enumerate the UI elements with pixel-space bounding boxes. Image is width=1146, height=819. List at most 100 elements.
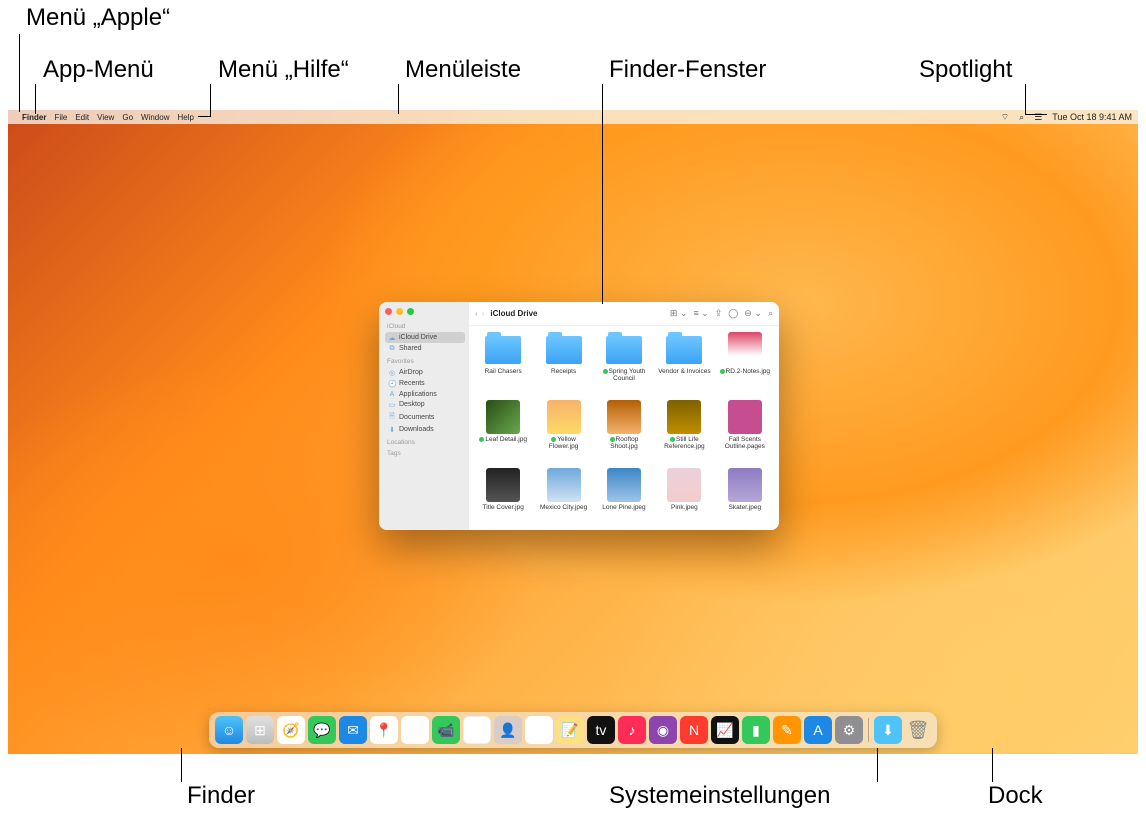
- sidebar-item-icon: A: [388, 391, 396, 398]
- close-button[interactable]: [385, 308, 392, 315]
- file-name: Receipts: [551, 368, 576, 375]
- dock-app-mail[interactable]: ✉: [339, 716, 367, 744]
- finder-main: ‹ › iCloud Drive ⊞ ⌄ ≡ ⌄ ⇪ ◯ ⊖ ⌄ ⌕ Rail …: [469, 302, 779, 530]
- leader: [19, 34, 20, 112]
- dock-app-app-store[interactable]: A: [804, 716, 832, 744]
- menu-window[interactable]: Window: [141, 113, 169, 122]
- dock-app-messages[interactable]: 💬: [308, 716, 336, 744]
- file-item[interactable]: Pink.jpeg: [654, 468, 714, 530]
- dock-app-news[interactable]: N: [680, 716, 708, 744]
- file-item[interactable]: Leaf Detail.jpg: [473, 400, 533, 466]
- sidebar-item-applications[interactable]: AApplications: [385, 389, 465, 399]
- search-button[interactable]: ⌕: [768, 308, 773, 319]
- menu-file[interactable]: File: [54, 113, 67, 122]
- dock-app-podcasts[interactable]: ◉: [649, 716, 677, 744]
- dock-app-pages[interactable]: ✎: [773, 716, 801, 744]
- file-item[interactable]: Still Life Reference.jpg: [654, 400, 714, 466]
- dock-downloads[interactable]: ⬇: [874, 716, 902, 744]
- group-button[interactable]: ≡ ⌄: [693, 308, 708, 319]
- file-name: Pink.jpeg: [671, 504, 698, 511]
- tag-dot: [610, 437, 615, 442]
- file-item[interactable]: Yellow Flower.jpg: [533, 400, 593, 466]
- sidebar-item-desktop[interactable]: ▭Desktop: [385, 399, 465, 410]
- menu-go[interactable]: Go: [122, 113, 133, 122]
- tag-dot: [551, 437, 556, 442]
- sidebar-item-airdrop[interactable]: ◎AirDrop: [385, 367, 465, 378]
- file-thumbnail: [486, 468, 520, 502]
- file-thumbnail: [547, 400, 581, 434]
- sidebar-item-label: Shared: [399, 345, 422, 352]
- dock-app-reminders[interactable]: ☰: [525, 716, 553, 744]
- sidebar-item-label: Documents: [399, 414, 434, 421]
- sidebar-group-header: Tags: [387, 450, 465, 457]
- file-item[interactable]: Fall Scents Outline.pages: [715, 400, 775, 466]
- dock-app-photos[interactable]: ✿: [401, 716, 429, 744]
- desktop[interactable]: Finder File Edit View Go Window Help ⌔ ⌕…: [8, 110, 1138, 754]
- view-icons-button[interactable]: ⊞ ⌄: [670, 308, 688, 319]
- dock-app-system-settings[interactable]: ⚙: [835, 716, 863, 744]
- share-button[interactable]: ⇪: [715, 308, 723, 319]
- file-item[interactable]: Vendor & Invoices: [654, 332, 714, 398]
- dock-app-notes[interactable]: 📝: [556, 716, 584, 744]
- window-controls: [385, 308, 465, 315]
- sidebar-item-label: AirDrop: [399, 369, 423, 376]
- folder-icon: [485, 336, 521, 364]
- file-item[interactable]: Lone Pine.jpeg: [594, 468, 654, 530]
- leader: [877, 748, 878, 782]
- dock-trash[interactable]: 🗑: [905, 716, 931, 744]
- dock-app-finder[interactable]: ☺: [215, 716, 243, 744]
- file-item[interactable]: Mexico City.jpeg: [533, 468, 593, 530]
- sidebar-item-documents[interactable]: 🗎Documents: [385, 410, 465, 424]
- file-thumbnail: [728, 468, 762, 502]
- file-item[interactable]: Skater.jpeg: [715, 468, 775, 530]
- dock-app-calendar[interactable]: 18: [463, 716, 491, 744]
- file-item[interactable]: Spring Youth Council: [594, 332, 654, 398]
- spotlight-icon[interactable]: ⌕: [1019, 112, 1024, 123]
- dock-app-facetime[interactable]: 📹: [432, 716, 460, 744]
- sidebar-item-icon: ▭: [388, 401, 396, 409]
- sidebar-item-downloads[interactable]: ⬇Downloads: [385, 424, 465, 435]
- back-button[interactable]: ‹: [475, 309, 476, 318]
- file-item[interactable]: Rooftop Shoot.jpg: [594, 400, 654, 466]
- dock-app-launchpad[interactable]: ⊞: [246, 716, 274, 744]
- menu-view[interactable]: View: [97, 113, 114, 122]
- dock-separator: [868, 718, 869, 742]
- callout-finder-dock: Finder: [187, 782, 255, 810]
- dock-app-maps[interactable]: 📍: [370, 716, 398, 744]
- dock-app-safari[interactable]: 🧭: [277, 716, 305, 744]
- file-name: Mexico City.jpeg: [540, 504, 587, 511]
- sidebar-item-icon: ⬇: [388, 426, 396, 434]
- wifi-icon[interactable]: ⌔: [1001, 112, 1009, 123]
- dock-app-numbers[interactable]: ▮: [742, 716, 770, 744]
- menu-help[interactable]: Help: [177, 113, 193, 122]
- dock-app-tv[interactable]: tv: [587, 716, 615, 744]
- dock-app-stocks[interactable]: 📈: [711, 716, 739, 744]
- minimize-button[interactable]: [396, 308, 403, 315]
- menubar-datetime[interactable]: Tue Oct 18 9:41 AM: [1052, 112, 1132, 122]
- tags-button[interactable]: ◯: [728, 308, 738, 319]
- sidebar-item-icloud-drive[interactable]: ☁iCloud Drive: [385, 332, 465, 343]
- leader: [992, 748, 993, 782]
- leader: [398, 84, 399, 114]
- sidebar-group-header: Favorites: [387, 358, 465, 365]
- tag-dot: [670, 437, 675, 442]
- file-item[interactable]: Receipts: [533, 332, 593, 398]
- tag-dot: [479, 437, 484, 442]
- sidebar-item-shared[interactable]: ⧉Shared: [385, 343, 465, 354]
- sidebar-item-icon: 🗎: [388, 412, 396, 423]
- sidebar-item-icon: 🕘: [388, 380, 396, 388]
- sidebar-item-recents[interactable]: 🕘Recents: [385, 378, 465, 389]
- menu-edit[interactable]: Edit: [75, 113, 89, 122]
- file-thumbnail: [667, 400, 701, 434]
- dock-app-contacts[interactable]: 👤: [494, 716, 522, 744]
- file-name: Spring Youth Council: [597, 368, 651, 382]
- dock-app-music[interactable]: ♪: [618, 716, 646, 744]
- zoom-button[interactable]: [407, 308, 414, 315]
- file-item[interactable]: RD.2-Notes.jpg: [715, 332, 775, 398]
- file-thumbnail: [728, 400, 762, 434]
- file-item[interactable]: Title Cover.jpg: [473, 468, 533, 530]
- action-button[interactable]: ⊖ ⌄: [744, 308, 762, 319]
- forward-button[interactable]: ›: [482, 309, 483, 318]
- finder-window: iCloud☁iCloud Drive⧉SharedFavorites◎AirD…: [379, 302, 779, 530]
- file-item[interactable]: Rail Chasers: [473, 332, 533, 398]
